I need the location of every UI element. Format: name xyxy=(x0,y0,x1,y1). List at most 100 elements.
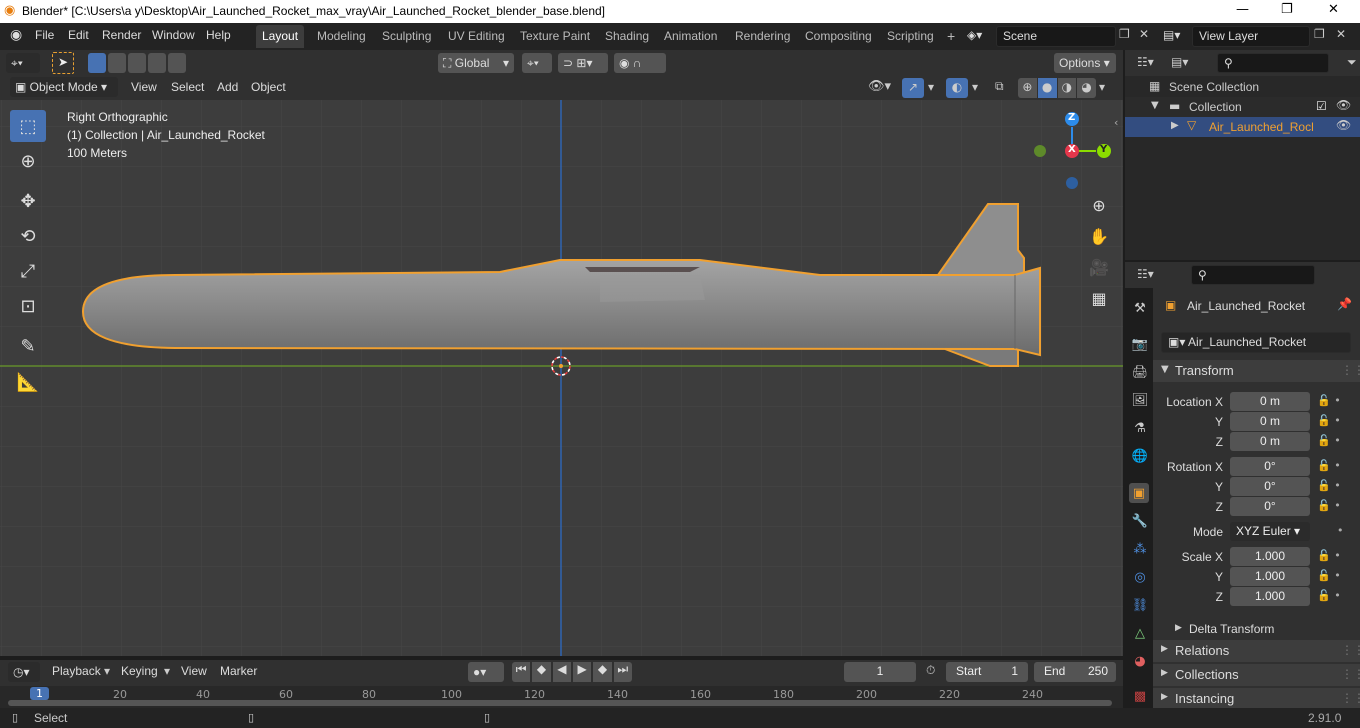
view-layer-selector-icon[interactable]: ▤▾ xyxy=(1163,28,1180,42)
viewport-menu-view[interactable]: View xyxy=(131,80,157,94)
options-dropdown[interactable]: Options ▾ xyxy=(1054,53,1116,73)
outliner-search-input[interactable]: ⚲ xyxy=(1217,53,1329,73)
workspace-tab-compositing[interactable]: Compositing xyxy=(799,25,878,48)
rotation-mode-dropdown[interactable]: XYZ Euler ▾ xyxy=(1230,522,1310,541)
timeline-menu-keying[interactable]: Keying xyxy=(121,664,158,678)
location-x-field[interactable]: 0 m xyxy=(1230,392,1310,411)
blender-menu-icon[interactable]: ◉ xyxy=(10,27,22,43)
workspace-tab-rendering[interactable]: Rendering xyxy=(729,25,796,48)
select-intersect-icon[interactable] xyxy=(168,53,186,73)
drag-handle-icon[interactable]: ⋮⋮ xyxy=(1341,643,1360,657)
transform-tool-icon[interactable]: ⊡ xyxy=(10,290,46,322)
minimize-button[interactable]: — xyxy=(1236,2,1249,17)
viewport-menu-select[interactable]: Select xyxy=(171,80,204,94)
rotation-y-field[interactable]: 0° xyxy=(1230,477,1310,496)
overlays-dropdown-icon[interactable]: ▾ xyxy=(972,80,978,94)
timeline-editor-type-icon[interactable]: ◷▾ xyxy=(8,662,40,682)
material-shading-icon[interactable]: ◑ xyxy=(1057,78,1077,98)
select-tool-button[interactable]: ⬚ xyxy=(10,110,46,142)
workspace-tab-sculpting[interactable]: Sculpting xyxy=(376,25,437,48)
menu-help[interactable]: Help xyxy=(206,28,231,42)
view-layer-name-field[interactable]: View Layer xyxy=(1192,26,1310,47)
transform-section-header[interactable]: ▼ Transform ⋮⋮ xyxy=(1153,360,1360,382)
delta-transform-subpanel[interactable]: ▶ Delta Transform xyxy=(1165,620,1355,640)
drag-handle-icon[interactable]: ⋮⋮ xyxy=(1341,667,1360,681)
visibility-eye-icon[interactable]: 👁▾ xyxy=(868,79,891,94)
close-button[interactable]: ✕ xyxy=(1328,2,1339,17)
display-mode-icon[interactable]: ▤▾ xyxy=(1171,55,1188,69)
drag-handle-icon[interactable]: ⋮⋮ xyxy=(1341,363,1360,377)
proportional-edit-toggle[interactable]: ◉ ∩ xyxy=(614,53,666,73)
shading-dropdown-icon[interactable]: ▾ xyxy=(1099,80,1105,94)
output-tab-icon[interactable]: 🖨 xyxy=(1130,362,1150,382)
scene-tab-icon[interactable]: ⚗ xyxy=(1130,418,1150,438)
instancing-section-header[interactable]: ▶ Instancing ⋮⋮ xyxy=(1153,688,1360,708)
workspace-tab-layout[interactable]: Layout xyxy=(256,25,305,48)
gizmo-neg-y-axis[interactable] xyxy=(1034,145,1046,157)
maximize-button[interactable]: ❐ xyxy=(1281,2,1293,17)
menu-edit[interactable]: Edit xyxy=(68,28,89,42)
tool-tab-icon[interactable]: ⚒ xyxy=(1130,298,1150,318)
outliner-editor-type-icon[interactable]: ☷▾ xyxy=(1137,55,1154,69)
scale-tool-icon[interactable]: ⤢ xyxy=(10,255,46,287)
new-view-layer-icon[interactable]: ❐ xyxy=(1314,27,1325,41)
viewport-menu-object[interactable]: Object xyxy=(251,80,286,94)
expand-chevron-icon[interactable]: ▶ xyxy=(1171,120,1179,131)
select-new-icon[interactable] xyxy=(88,53,106,73)
snap-toggle[interactable]: ⊃ ⊞▾ xyxy=(558,53,608,73)
end-frame-field[interactable]: End 250 xyxy=(1034,662,1116,682)
viewport-menu-add[interactable]: Add xyxy=(217,80,238,94)
workspace-tab-modeling[interactable]: Modeling xyxy=(311,25,372,48)
scale-z-field[interactable]: 1.000 xyxy=(1230,587,1310,606)
rotation-x-field[interactable]: 0° xyxy=(1230,457,1310,476)
view-layer-tab-icon[interactable]: 🖼 xyxy=(1130,390,1150,410)
workspace-tab-uv-editing[interactable]: UV Editing xyxy=(442,25,511,48)
lock-location-z-icon[interactable]: 🔓 • xyxy=(1317,434,1341,447)
modifier-tab-icon[interactable]: 🔧 xyxy=(1130,511,1150,531)
perspective-grid-icon[interactable]: ▦ xyxy=(1086,285,1112,311)
wireframe-shading-icon[interactable]: ⊕ xyxy=(1018,78,1037,98)
menu-render[interactable]: Render xyxy=(102,28,141,42)
texture-tab-icon[interactable]: ▩ xyxy=(1130,686,1150,706)
data-tab-icon[interactable]: △ xyxy=(1130,623,1150,643)
lock-scale-y-icon[interactable]: 🔓 • xyxy=(1317,569,1341,582)
lock-location-y-icon[interactable]: 🔓 • xyxy=(1317,414,1341,427)
select-box-tool-icon[interactable]: ➤ xyxy=(52,52,74,74)
pin-icon[interactable]: 📌 xyxy=(1337,297,1352,311)
new-scene-icon[interactable]: ❐ xyxy=(1119,27,1130,41)
relations-section-header[interactable]: ▶ Relations ⋮⋮ xyxy=(1153,640,1360,662)
transform-orientation-dropdown[interactable]: ⛶ Global ▾ xyxy=(438,53,514,73)
lock-scale-z-icon[interactable]: 🔓 • xyxy=(1317,589,1341,602)
drag-handle-icon[interactable]: ⋮⋮ xyxy=(1341,691,1360,705)
scale-y-field[interactable]: 1.000 xyxy=(1230,567,1310,586)
jump-start-icon[interactable]: ⏮ xyxy=(512,662,531,682)
timeline-menu-view[interactable]: View xyxy=(181,664,207,678)
move-tool-icon[interactable]: ✥ xyxy=(10,185,46,217)
remove-view-layer-icon[interactable]: ✕ xyxy=(1336,27,1346,41)
zoom-icon[interactable]: ⊕ xyxy=(1086,192,1112,218)
add-workspace-button[interactable]: + xyxy=(941,24,961,47)
lock-rotation-z-icon[interactable]: 🔓 • xyxy=(1317,499,1341,512)
xray-toggle-icon[interactable]: ⧉ xyxy=(995,79,1004,94)
annotate-tool-icon[interactable]: ✎ xyxy=(10,330,46,362)
world-tab-icon[interactable]: 🌐 xyxy=(1130,446,1150,466)
object-name-field[interactable]: ▣▾ Air_Launched_Rocket xyxy=(1161,332,1351,353)
workspace-tab-texture-paint[interactable]: Texture Paint xyxy=(514,25,596,48)
lock-rotation-x-icon[interactable]: 🔓 • xyxy=(1317,459,1341,472)
pan-hand-icon[interactable]: ✋ xyxy=(1086,223,1112,249)
filter-icon[interactable]: ⏷ xyxy=(1347,55,1357,70)
lock-scale-x-icon[interactable]: 🔓 • xyxy=(1317,549,1341,562)
mode-dropdown[interactable]: ▣ Object Mode ▾ xyxy=(10,77,118,97)
gizmo-dropdown-icon[interactable]: ▾ xyxy=(928,80,934,94)
pivot-point-dropdown[interactable]: ⌖▾ xyxy=(522,53,552,73)
timeline-menu-marker[interactable]: Marker xyxy=(220,664,257,678)
camera-view-icon[interactable]: 🎥 xyxy=(1086,254,1112,280)
workspace-tab-animation[interactable]: Animation xyxy=(658,25,723,48)
material-tab-icon[interactable]: ◕ xyxy=(1130,651,1150,671)
editor-type-icon[interactable]: ⌖▾ xyxy=(6,53,40,73)
collections-section-header[interactable]: ▶ Collections ⋮⋮ xyxy=(1153,664,1360,686)
lock-location-x-icon[interactable]: 🔓 • xyxy=(1317,394,1341,407)
rotation-z-field[interactable]: 0° xyxy=(1230,497,1310,516)
outliner-row-object[interactable]: ▶ ▽ Air_Launched_Rocke 👁 xyxy=(1125,117,1360,137)
location-z-field[interactable]: 0 m xyxy=(1230,432,1310,451)
